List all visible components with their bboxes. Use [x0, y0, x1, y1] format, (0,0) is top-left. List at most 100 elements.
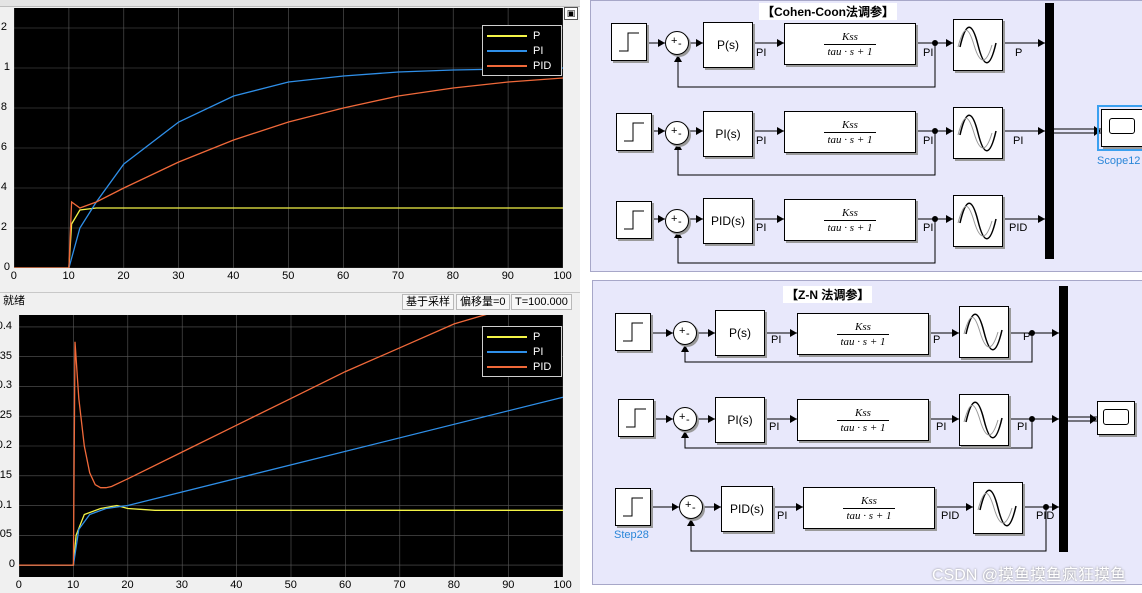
- delay-block[interactable]: [973, 482, 1023, 534]
- scope-bottom-panel: P PI PID 0.4 0.35 0.3 0.25 0.2 0.15 0.1 0.05 0 0 1…: [0, 311, 580, 593]
- sum-block[interactable]: + -: [665, 121, 689, 145]
- x-tick-label: 50: [282, 270, 295, 282]
- wire-arrow: [790, 415, 797, 423]
- step-icon: [623, 497, 643, 517]
- transfer-fcn-block[interactable]: Kss tau · s + 1: [784, 199, 916, 241]
- signal-label: PI: [769, 421, 780, 433]
- signal-label: PID: [941, 510, 960, 522]
- x-tick-label: 0: [10, 270, 17, 282]
- sum-block[interactable]: + -: [665, 209, 689, 233]
- y-tick-label: 0.2: [0, 221, 7, 233]
- model-title: 【Z-N 法调参】: [783, 286, 873, 303]
- step-block[interactable]: [615, 488, 651, 526]
- x-tick-label: 80: [447, 579, 461, 591]
- mux-block[interactable]: [1059, 286, 1068, 552]
- step-icon: [623, 322, 643, 342]
- sum-block[interactable]: + -: [673, 321, 697, 345]
- wire-arrow: [672, 503, 679, 511]
- signal-label: P: [933, 334, 941, 346]
- scope-block-label: Scope12: [1097, 155, 1141, 167]
- step-block[interactable]: [618, 399, 654, 437]
- x-tick-label: 60: [339, 579, 352, 591]
- controller-block[interactable]: P(s): [715, 310, 765, 356]
- x-tick-label: 40: [227, 270, 240, 282]
- controller-block[interactable]: PID(s): [721, 486, 773, 532]
- step-block[interactable]: [616, 201, 652, 239]
- scope-block[interactable]: [1097, 401, 1135, 435]
- delay-wave-icon: [957, 202, 997, 240]
- mux-block[interactable]: [1045, 3, 1054, 259]
- step-block-label: Step28: [614, 529, 649, 541]
- delay-block[interactable]: [953, 19, 1003, 71]
- scope-status-bar: 就绪 基于采样 偏移量=0 T=100.000: [0, 292, 580, 312]
- undock-icon[interactable]: ▣: [564, 7, 578, 20]
- wire-arrow: [777, 127, 784, 135]
- sum-block[interactable]: + -: [673, 407, 697, 431]
- legend-swatch: [487, 365, 527, 368]
- y-tick-label: 0.05: [0, 528, 13, 541]
- status-sampling: 基于采样: [402, 294, 454, 310]
- x-tick-label: 70: [391, 270, 405, 282]
- controller-block[interactable]: PI(s): [703, 111, 753, 157]
- wire-arrow: [658, 215, 665, 223]
- sum-block[interactable]: + -: [679, 495, 703, 519]
- delay-block[interactable]: [959, 306, 1009, 358]
- wire-arrow: [674, 55, 682, 62]
- wire-arrow: [946, 215, 953, 223]
- legend-swatch: [487, 49, 527, 52]
- wire-arrow: [1038, 39, 1045, 47]
- watermark-text: CSDN @摸鱼摸鱼疯狂摸鱼: [931, 567, 1126, 584]
- x-tick-label: 10: [67, 579, 80, 591]
- bus-label: P: [1015, 47, 1023, 59]
- legend-swatch: [487, 34, 527, 37]
- controller-block[interactable]: PID(s): [703, 198, 753, 244]
- x-tick-label: 40: [230, 579, 243, 591]
- legend-item-p: P: [487, 329, 557, 344]
- wire-arrow: [666, 329, 673, 337]
- y-tick-label: 0.25: [0, 409, 13, 422]
- wire-arrow: [1038, 127, 1045, 135]
- controller-block[interactable]: P(s): [703, 22, 753, 68]
- model-z-n: 【Z-N 法调参】 + - P(s) PI Kss tau · s + 1 P P …: [592, 280, 1142, 585]
- wire-arrow: [658, 127, 665, 135]
- scope-top-plot[interactable]: [14, 8, 563, 268]
- wire-arrow: [1052, 329, 1059, 337]
- x-tick-label: 30: [175, 579, 189, 591]
- transfer-fcn-block[interactable]: Kss tau · s + 1: [797, 313, 929, 355]
- wire-arrow: [714, 503, 721, 511]
- x-tick-label: 90: [502, 579, 515, 591]
- signal-label: PI: [777, 510, 788, 522]
- wire-arrow: [696, 127, 703, 135]
- legend-item-pi: PI: [487, 43, 557, 58]
- step-block[interactable]: [616, 113, 652, 151]
- delay-block[interactable]: [959, 394, 1009, 446]
- sum-block[interactable]: + -: [665, 31, 689, 55]
- transfer-fcn-block[interactable]: Kss tau · s + 1: [797, 399, 929, 441]
- transfer-fcn-block[interactable]: Kss tau · s + 1: [784, 111, 916, 153]
- x-tick-label: 10: [62, 270, 75, 282]
- delay-wave-icon: [977, 489, 1017, 527]
- step-icon: [624, 210, 644, 230]
- wire-arrow: [777, 39, 784, 47]
- y-tick-label: 0.4: [0, 319, 12, 332]
- delay-block[interactable]: [953, 195, 1003, 247]
- legend-item-pid: PID: [487, 58, 557, 73]
- transfer-fcn-block[interactable]: Kss tau · s + 1: [803, 487, 935, 529]
- delay-wave-icon: [957, 26, 997, 64]
- transfer-fcn-block[interactable]: Kss tau · s + 1: [784, 23, 916, 65]
- step-block[interactable]: [615, 313, 651, 351]
- wire-arrow: [666, 415, 673, 423]
- x-tick-label: 90: [501, 270, 514, 282]
- legend-swatch: [487, 350, 527, 353]
- wire-arrow: [687, 519, 695, 526]
- step-block[interactable]: [611, 23, 647, 61]
- controller-block[interactable]: PI(s): [715, 397, 765, 443]
- wire-arrow: [946, 127, 953, 135]
- x-tick-label: 60: [337, 270, 350, 282]
- wire-arrow: [796, 503, 803, 511]
- wire-arrow: [946, 39, 953, 47]
- y-tick-label: 0: [8, 558, 16, 571]
- y-tick-label: 0.3: [0, 379, 12, 392]
- scope-block[interactable]: [1097, 105, 1142, 151]
- delay-block[interactable]: [953, 107, 1003, 159]
